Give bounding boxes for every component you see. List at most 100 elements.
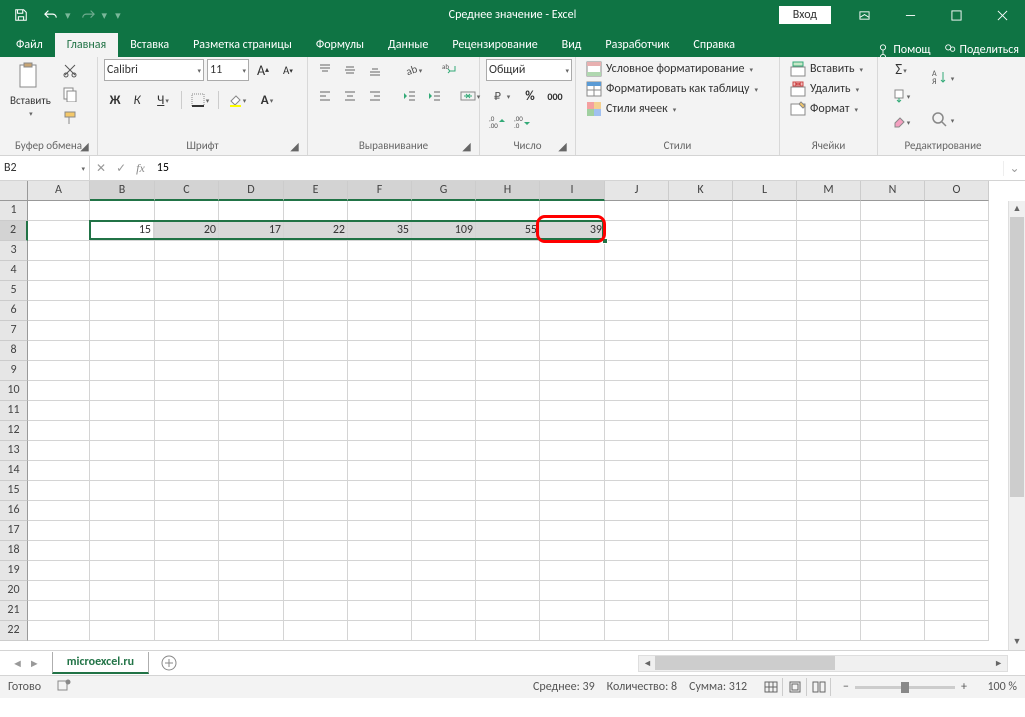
cell[interactable] bbox=[797, 421, 861, 441]
qat-customize[interactable]: ▾ bbox=[115, 9, 121, 22]
row-header[interactable]: 1 bbox=[0, 201, 28, 221]
cell[interactable] bbox=[476, 541, 540, 561]
cell[interactable] bbox=[219, 581, 284, 601]
cell[interactable] bbox=[219, 441, 284, 461]
cell[interactable] bbox=[925, 261, 989, 281]
cell[interactable] bbox=[605, 421, 669, 441]
scroll-up-arrow[interactable]: ▲ bbox=[1009, 201, 1025, 217]
cell[interactable] bbox=[155, 281, 219, 301]
tab-data[interactable]: Данные bbox=[376, 33, 440, 57]
cell[interactable] bbox=[540, 201, 605, 221]
cell[interactable] bbox=[733, 241, 797, 261]
tab-pagelayout[interactable]: Разметка страницы bbox=[181, 33, 304, 57]
cell[interactable] bbox=[155, 341, 219, 361]
cell[interactable] bbox=[669, 621, 733, 641]
align-bottom-button[interactable] bbox=[364, 59, 386, 81]
cell[interactable] bbox=[28, 201, 90, 221]
cell[interactable] bbox=[284, 581, 348, 601]
spreadsheet-grid[interactable]: ABCDEFGHIJKLMNO 123456789101112131415161… bbox=[0, 181, 1025, 650]
cut-button[interactable] bbox=[59, 59, 81, 81]
insert-function-button[interactable]: fx bbox=[136, 161, 145, 176]
cell[interactable] bbox=[925, 541, 989, 561]
cell[interactable] bbox=[348, 521, 412, 541]
cell[interactable] bbox=[284, 201, 348, 221]
zoom-out-button[interactable]: − bbox=[843, 680, 849, 694]
cell[interactable] bbox=[540, 561, 605, 581]
cell[interactable] bbox=[669, 421, 733, 441]
cell[interactable] bbox=[797, 401, 861, 421]
cell[interactable] bbox=[476, 561, 540, 581]
cell[interactable] bbox=[861, 581, 925, 601]
cell[interactable] bbox=[219, 461, 284, 481]
cell[interactable] bbox=[155, 621, 219, 641]
cell[interactable] bbox=[925, 521, 989, 541]
cell[interactable] bbox=[540, 361, 605, 381]
grow-font-button[interactable]: A▴ bbox=[252, 59, 274, 81]
cell[interactable] bbox=[669, 281, 733, 301]
cell[interactable] bbox=[605, 381, 669, 401]
font-color-button[interactable]: A▾ bbox=[252, 89, 282, 111]
cell[interactable] bbox=[733, 321, 797, 341]
cell[interactable] bbox=[540, 261, 605, 281]
font-launcher[interactable]: ◢ bbox=[288, 140, 301, 153]
cell[interactable] bbox=[540, 441, 605, 461]
view-pagebreak-button[interactable] bbox=[807, 678, 831, 696]
cell[interactable] bbox=[733, 361, 797, 381]
tab-home[interactable]: Главная bbox=[55, 33, 118, 57]
name-box[interactable]: B2▾ bbox=[0, 156, 90, 180]
cell-styles-button[interactable]: Стили ячеек▾ bbox=[582, 99, 762, 119]
cell[interactable] bbox=[605, 301, 669, 321]
cell[interactable] bbox=[155, 501, 219, 521]
cell[interactable] bbox=[669, 541, 733, 561]
column-header[interactable]: F bbox=[348, 181, 412, 201]
cell[interactable] bbox=[540, 461, 605, 481]
cell[interactable] bbox=[605, 441, 669, 461]
column-header[interactable]: M bbox=[797, 181, 861, 201]
cell[interactable] bbox=[605, 321, 669, 341]
column-header[interactable]: E bbox=[284, 181, 348, 201]
cell[interactable] bbox=[219, 261, 284, 281]
row-header[interactable]: 13 bbox=[0, 441, 28, 461]
orientation-button[interactable]: ab▾ bbox=[398, 59, 428, 81]
cell[interactable] bbox=[605, 501, 669, 521]
cell[interactable] bbox=[284, 601, 348, 621]
cell[interactable] bbox=[90, 341, 155, 361]
cell[interactable] bbox=[540, 521, 605, 541]
cell[interactable] bbox=[797, 321, 861, 341]
expand-formula-button[interactable]: ⌄ bbox=[1003, 161, 1025, 176]
cell[interactable] bbox=[797, 481, 861, 501]
font-name-select[interactable]: Calibri▾ bbox=[104, 59, 204, 81]
align-middle-button[interactable] bbox=[339, 59, 361, 81]
cell[interactable] bbox=[412, 461, 476, 481]
cell[interactable] bbox=[348, 461, 412, 481]
tab-help[interactable]: Справка bbox=[681, 33, 747, 57]
cell[interactable] bbox=[476, 361, 540, 381]
cell[interactable] bbox=[219, 541, 284, 561]
cell[interactable] bbox=[219, 401, 284, 421]
cell[interactable] bbox=[90, 241, 155, 261]
cell[interactable] bbox=[155, 241, 219, 261]
cell[interactable]: 35 bbox=[348, 221, 412, 241]
cell[interactable] bbox=[669, 501, 733, 521]
cell[interactable] bbox=[669, 581, 733, 601]
cell[interactable] bbox=[28, 561, 90, 581]
cell[interactable] bbox=[155, 461, 219, 481]
cell[interactable] bbox=[925, 421, 989, 441]
cell[interactable] bbox=[540, 321, 605, 341]
cell[interactable] bbox=[284, 441, 348, 461]
tellme-button[interactable]: Помощ bbox=[876, 43, 930, 57]
cell[interactable] bbox=[28, 621, 90, 641]
cell[interactable] bbox=[733, 341, 797, 361]
alignment-launcher[interactable]: ◢ bbox=[460, 140, 473, 153]
cell[interactable] bbox=[348, 201, 412, 221]
cell[interactable] bbox=[348, 421, 412, 441]
cell[interactable] bbox=[540, 421, 605, 441]
cell[interactable] bbox=[412, 241, 476, 261]
cell[interactable] bbox=[861, 421, 925, 441]
cell[interactable] bbox=[669, 201, 733, 221]
cell[interactable] bbox=[90, 381, 155, 401]
cell[interactable] bbox=[412, 561, 476, 581]
cell[interactable] bbox=[348, 561, 412, 581]
cell[interactable] bbox=[669, 221, 733, 241]
cell[interactable] bbox=[90, 361, 155, 381]
